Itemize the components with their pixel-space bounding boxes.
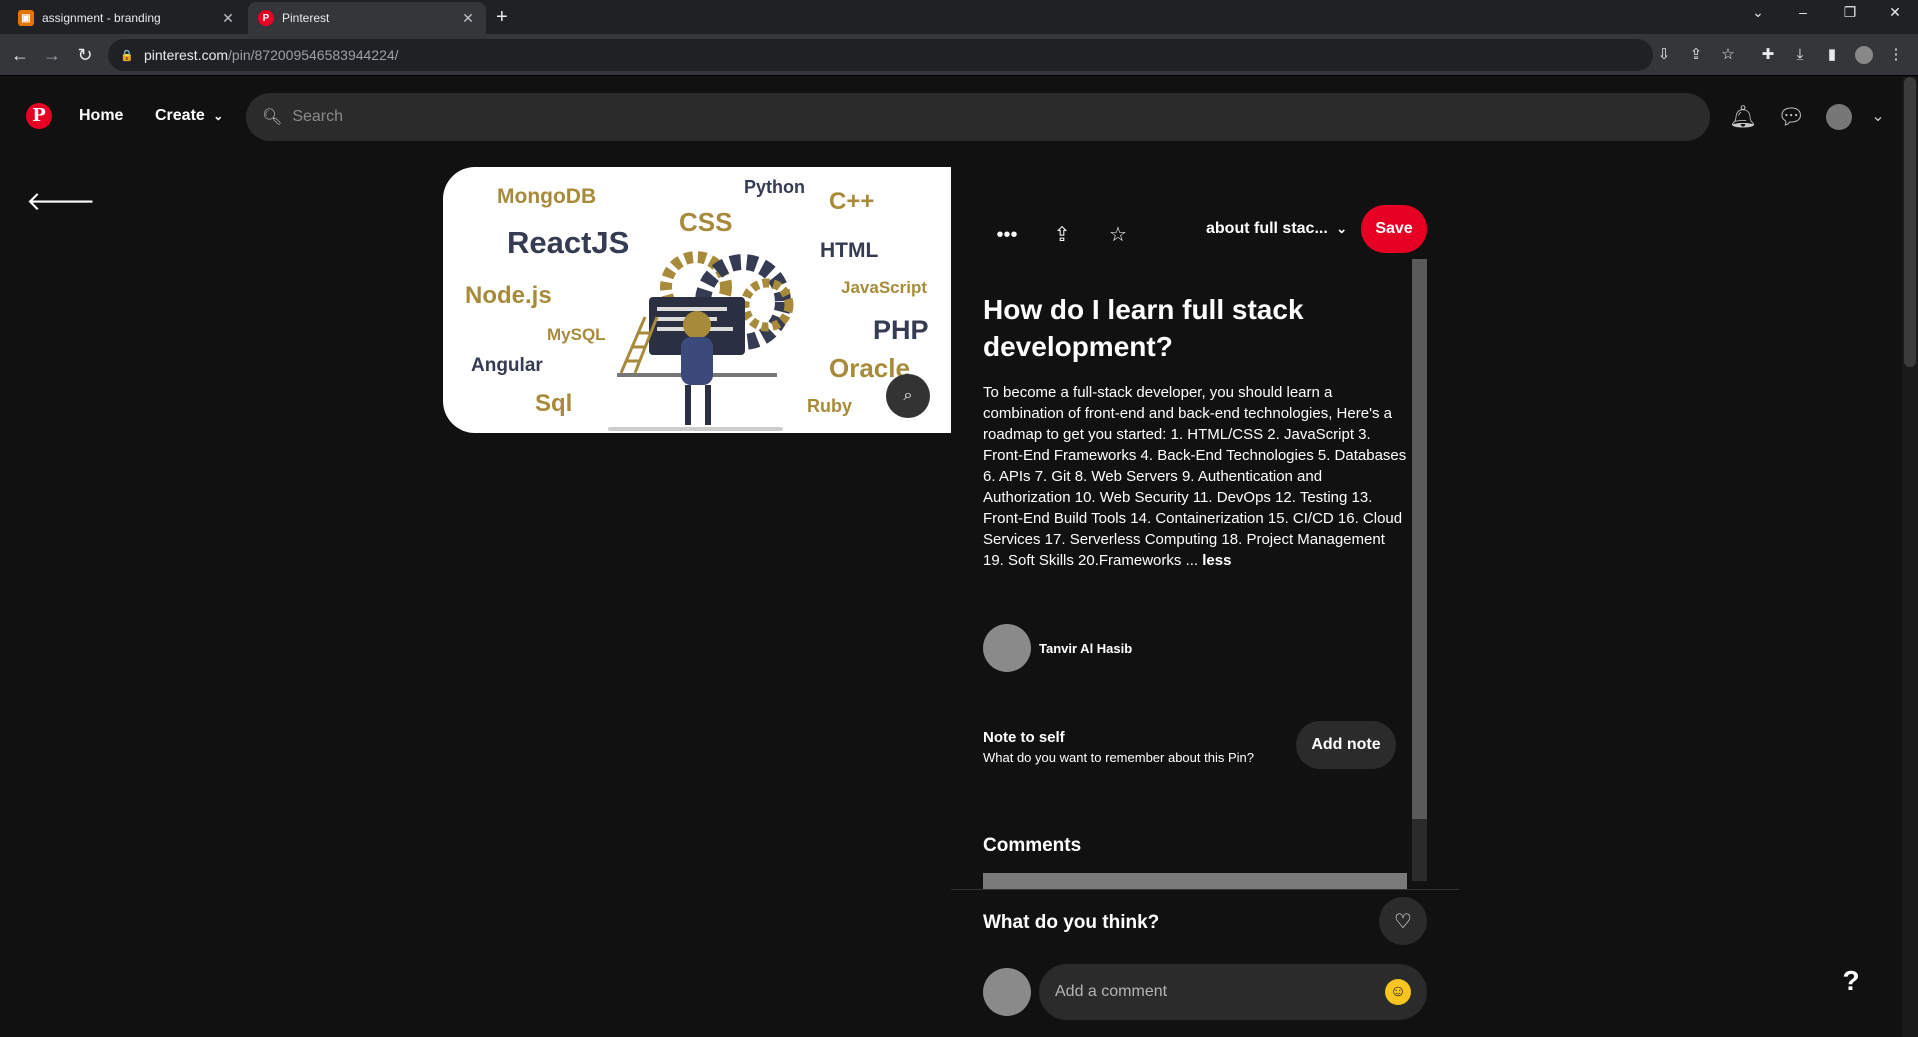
image-word: MongoDB [497, 185, 596, 208]
person-body [681, 337, 713, 385]
note-subtitle: What do you want to remember about this … [983, 750, 1254, 765]
window-close-button[interactable]: ✕ [1885, 4, 1905, 21]
comments-placeholder-bar [983, 873, 1407, 889]
chrome-menu-icon[interactable]: ⋮ [1886, 45, 1906, 65]
chevron-down-icon: ⌄ [213, 109, 224, 123]
page-scrollbar[interactable] [1902, 77, 1918, 1037]
url-host: pinterest.com [144, 47, 229, 63]
new-tab-button[interactable]: + [496, 6, 508, 29]
user-avatar[interactable] [1826, 104, 1852, 130]
back-arrow-icon[interactable]: 🡐 [26, 186, 96, 217]
reload-icon[interactable]: ↻ [73, 43, 97, 67]
what-do-you-think-heading: What do you think? [983, 912, 1160, 933]
comments-heading[interactable]: Comments [983, 835, 1081, 857]
image-word: Sql [535, 390, 572, 417]
heart-icon[interactable]: ♡ [1379, 897, 1427, 945]
panel-scrollbar-thumb[interactable] [1412, 259, 1427, 819]
image-word: Ruby [807, 396, 852, 416]
emoji-icon[interactable]: ☺ [1385, 979, 1411, 1005]
image-word: Node.js [465, 282, 552, 309]
board-selector[interactable]: about full stac... ⌄ [1206, 220, 1347, 238]
bookmark-star-icon[interactable]: ☆ [1718, 45, 1738, 65]
image-word: HTML [820, 239, 878, 262]
board-name: about full stac... [1206, 220, 1328, 237]
notifications-bell-icon[interactable]: 🔔︎ [1727, 101, 1759, 133]
browser-toolbar: ← → ↻ 🔒 pinterest.com /pin/8720095465839… [0, 34, 1918, 76]
chevron-down-icon: ⌄ [1336, 221, 1348, 236]
extensions-icon[interactable]: ✚ [1758, 45, 1778, 65]
add-note-button[interactable]: Add note [1296, 721, 1396, 769]
more-options-icon[interactable]: ••• [992, 220, 1022, 250]
search-icon: 🔍︎ [262, 109, 283, 126]
author[interactable]: Tanvir Al Hasib [983, 624, 1132, 672]
author-avatar[interactable] [983, 624, 1031, 672]
url-path: /pin/872009546583944224/ [228, 47, 399, 63]
image-word: Python [744, 177, 805, 197]
address-bar[interactable]: 🔒 pinterest.com /pin/872009546583944224/ [108, 39, 1653, 71]
pin-details-panel: ••• ⇪ ☆ about full stac... ⌄ Save How do… [951, 167, 1459, 1037]
pin-title: How do I learn full stack development? [983, 294, 1304, 362]
close-icon[interactable]: ✕ [460, 10, 476, 27]
side-panel-icon[interactable]: ▮ [1822, 45, 1842, 65]
image-word: C++ [829, 188, 874, 215]
slides-favicon-icon: ▣ [18, 10, 34, 26]
note-title: Note to self [983, 729, 1065, 746]
image-word: MySQL [547, 325, 606, 344]
save-button[interactable]: Save [1361, 205, 1427, 253]
help-button[interactable]: ? [1827, 957, 1875, 1005]
pinterest-favicon-icon: P [258, 10, 274, 26]
current-user-avatar [983, 968, 1031, 1016]
create-label: Create [155, 107, 205, 124]
divider [951, 889, 1459, 890]
less-link[interactable]: less [1202, 552, 1231, 569]
messages-icon[interactable]: 💬︎ [1775, 101, 1807, 133]
tab-pinterest[interactable]: P Pinterest ✕ [248, 2, 486, 34]
forward-arrow-icon[interactable]: → [40, 43, 64, 67]
pinterest-logo-icon[interactable]: P [26, 103, 52, 129]
description-text: To become a full-stack developer, you sh… [983, 384, 1407, 569]
image-word: JavaScript [841, 278, 927, 297]
close-icon[interactable]: ✕ [220, 10, 236, 27]
account-chevron-down-icon[interactable]: ⌄ [1862, 101, 1894, 133]
pin-illustration: MongoDB Python C++ CSS ReactJS HTML Node… [465, 177, 929, 431]
profile-avatar[interactable] [1854, 45, 1874, 65]
search-placeholder: Search [292, 108, 344, 125]
share-upload-icon[interactable]: ⇪ [1047, 220, 1077, 250]
visual-search-icon[interactable]: ⌕ [886, 374, 930, 418]
person-head [683, 311, 711, 339]
restore-button[interactable]: ❐ [1840, 4, 1860, 21]
search-input[interactable]: 🔍︎ Search [246, 93, 1710, 141]
browser-tabbar: ▣ assignment - branding ✕ P Pinterest ✕ … [0, 0, 1918, 34]
home-link[interactable]: Home [79, 107, 123, 125]
downloads-icon[interactable]: ⤓ [1790, 45, 1810, 65]
create-menu[interactable]: Create ⌄ [155, 107, 223, 125]
tab-title: Pinterest [282, 11, 330, 25]
tab-title: assignment - branding [42, 11, 161, 25]
tab-search-icon[interactable]: ⌄ [1748, 4, 1768, 21]
pin-description: To become a full-stack developer, you sh… [983, 382, 1407, 571]
back-arrow-icon[interactable]: ← [8, 43, 32, 67]
image-word: Angular [471, 355, 543, 376]
star-icon[interactable]: ☆ [1103, 220, 1133, 250]
minimize-button[interactable]: – [1793, 4, 1813, 20]
pinterest-header: P Home Create ⌄ 🔍︎ Search 🔔︎ 💬︎ ⌄ [0, 77, 1918, 157]
image-word: PHP [873, 315, 929, 345]
lock-icon: 🔒 [120, 49, 134, 62]
image-word: ReactJS [507, 225, 629, 260]
comment-input[interactable]: Add a comment ☺ [1039, 964, 1427, 1020]
author-name[interactable]: Tanvir Al Hasib [1039, 641, 1132, 656]
comment-placeholder: Add a comment [1055, 983, 1168, 1000]
share-icon[interactable]: ⇪ [1686, 45, 1706, 65]
pin-image[interactable]: MongoDB Python C++ CSS ReactJS HTML Node… [443, 167, 951, 433]
install-app-icon[interactable]: ⇩ [1654, 45, 1674, 65]
tab-assignment[interactable]: ▣ assignment - branding ✕ [8, 2, 246, 34]
image-word: CSS [679, 207, 732, 237]
page-scrollbar-thumb[interactable] [1904, 77, 1916, 367]
